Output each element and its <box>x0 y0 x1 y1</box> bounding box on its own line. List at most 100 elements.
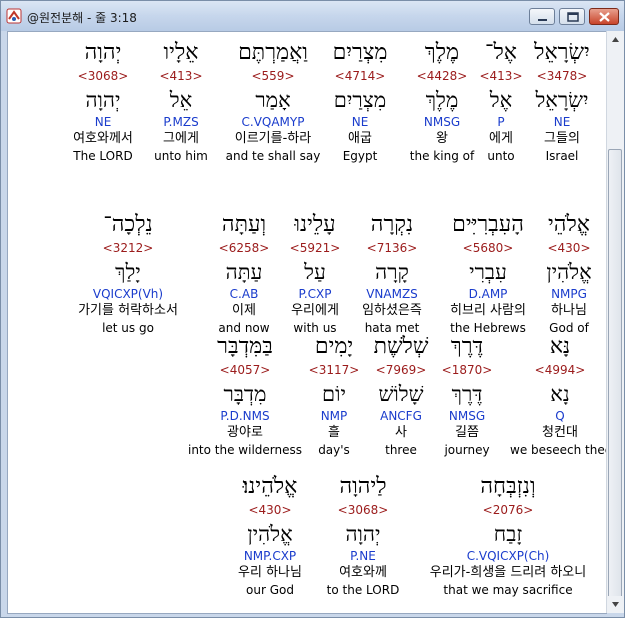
maximize-icon <box>567 12 579 22</box>
hebrew-word: דֶּרֶךְ <box>450 334 484 359</box>
hebrew-word: לַיהוָה <box>339 474 387 499</box>
word-block[interactable]: מִצְרַיִם <4714> מִצְרַיִם NE 애굽 Egypt <box>318 38 402 164</box>
korean-gloss: 히브리 사람의 <box>450 303 526 318</box>
word-block[interactable]: אֶל־ <413> אֶל P 에게 unto <box>473 38 529 164</box>
word-block[interactable]: בַּמִּדְבָּר <4057> מִדְבָּר P.D.NMS 광야로 into… <box>180 332 310 458</box>
strong-number[interactable]: <430> <box>535 240 603 256</box>
word-block[interactable]: שְׁלֹשֶׁת <7969> שָׁלוֹשׁ ANCFG 사 three <box>366 332 436 458</box>
strong-number[interactable]: <559> <box>225 68 321 84</box>
strong-number[interactable]: <3068> <box>318 502 408 518</box>
hebrew-word: שְׁלֹשֶׁת <box>373 334 429 359</box>
minimize-button[interactable] <box>529 8 555 25</box>
hebrew-word: נָּא <box>549 334 571 359</box>
word-block[interactable]: הָעִבְרִיִּים <5680> עִבְרִי D.AMP 히브리 사람의 th… <box>443 210 533 336</box>
arrow-down-icon <box>612 602 619 607</box>
strong-number[interactable]: <6258> <box>209 240 279 256</box>
word-block[interactable]: עָלֵינוּ <5921> עַל P.CXP 우리에게 with us <box>280 210 350 336</box>
strong-number[interactable]: <430> <box>220 502 320 518</box>
lemma-form: יָלַךְ <box>115 260 141 284</box>
maximize-button[interactable] <box>559 8 585 25</box>
word-block[interactable]: נֵלְכָה־ <3212> יָלַךְ VQICXP(Vh) 가기를 허락하소서 l… <box>58 210 198 336</box>
strong-number[interactable]: <3478> <box>529 68 595 84</box>
lemma-form: עַל <box>304 260 326 284</box>
word-block[interactable]: דֶּרֶךְ <1870> דֶּרֶךְ NMSG 길쯤 journey <box>433 332 501 458</box>
scroll-down-button[interactable] <box>607 596 624 613</box>
strong-number[interactable]: <413> <box>473 68 529 84</box>
word-block[interactable]: וַאֲמַרְתֶּם <559> אָמַר C.VQAMYP 이르기를-하라 and… <box>225 38 321 164</box>
english-gloss: journey <box>444 443 490 457</box>
strong-number[interactable]: <3212> <box>58 240 198 256</box>
word-block[interactable]: אֵלָיו <413> אֵל P.MZS 그에게 unto him <box>146 38 216 164</box>
strong-number[interactable]: <4994> <box>510 362 606 378</box>
english-gloss: let us go <box>102 321 154 335</box>
hebrew-word: נִקְרָה <box>370 212 414 237</box>
strong-number[interactable]: <3117> <box>299 362 369 378</box>
hebrew-word: יִשְׂרָאֵל <box>534 40 590 65</box>
strong-number[interactable]: <7969> <box>366 362 436 378</box>
parsing-code: C.AB <box>229 287 259 301</box>
word-block[interactable]: יִשְׂרָאֵל <3478> יִשְׂרָאֵל NE 그들의 Israel <box>529 38 595 164</box>
word-block[interactable]: נִקְרָה <7136> קָרָה VNAMZS 임하셨은즉 hata met <box>352 210 432 336</box>
english-gloss: unto him <box>154 149 208 163</box>
strong-number[interactable]: <1870> <box>433 362 501 378</box>
strong-number[interactable]: <2076> <box>403 502 606 518</box>
hebrew-word: יָמִים <box>314 334 354 359</box>
korean-gloss: 하나님 <box>551 303 587 318</box>
english-gloss: Egypt <box>342 149 378 163</box>
word-block[interactable]: מֶלֶךְ <4428> מֶלֶךְ NMSG 왕 the king of <box>404 38 480 164</box>
lemma-form: קָרָה <box>375 260 409 284</box>
english-gloss: Israel <box>545 149 579 163</box>
word-block[interactable]: נָּא <4994> נָא Q 청컨대 we beseech thee <box>510 332 606 458</box>
lemma-form: אֵל <box>169 88 193 112</box>
korean-gloss: 그에게 <box>163 131 199 146</box>
english-gloss: into the wilderness <box>187 443 302 457</box>
app-window: @원전분해 - 줄 3:18 יְהוָה <3068> יְהוָה NE 여호와께서… <box>0 0 625 618</box>
hebrew-word: מֶלֶךְ <box>424 40 460 65</box>
hebrew-word: מִצְרַיִם <box>332 40 388 65</box>
strong-number[interactable]: <4714> <box>318 68 402 84</box>
strong-number[interactable]: <413> <box>146 68 216 84</box>
hebrew-word: וַאֲמַרְתֶּם <box>238 40 308 65</box>
korean-gloss: 왕 <box>436 131 448 146</box>
word-block[interactable]: וְעַתָּה <6258> עַתָּה C.AB 이제 and now <box>209 210 279 336</box>
scroll-up-button[interactable] <box>607 31 624 48</box>
english-gloss: The LORD <box>73 149 133 163</box>
hebrew-word: וְנִזְבְּחָה <box>480 474 536 499</box>
parsing-code: D.AMP <box>468 287 508 301</box>
title-bar[interactable]: @원전분해 - 줄 3:18 <box>1 1 624 31</box>
strong-number[interactable]: <3068> <box>63 68 143 84</box>
hebrew-word: אֵלָיו <box>163 40 199 65</box>
lemma-form: אֶל <box>489 88 513 112</box>
parsing-code: Q <box>555 409 565 423</box>
arrow-up-icon <box>612 37 619 42</box>
strong-number[interactable]: <7136> <box>352 240 432 256</box>
strong-number[interactable]: <4057> <box>180 362 310 378</box>
hebrew-word: אֶל־ <box>485 40 517 65</box>
word-block[interactable]: אֱלֹהֵינוּ׃ <430> אֱלֹהִין NMP.CXP 우리 하나님 our… <box>220 472 320 598</box>
strong-number[interactable]: <4428> <box>404 68 480 84</box>
app-logo-icon[interactable] <box>6 8 22 24</box>
vertical-scrollbar[interactable] <box>606 31 624 613</box>
lemma-form: מִצְרַיִם <box>333 88 387 112</box>
english-gloss: three <box>385 443 417 457</box>
word-block[interactable]: יָמִים <3117> יוֹם NMP 흘 day's <box>299 332 369 458</box>
parsing-code: VNAMZS <box>366 287 418 301</box>
strong-number[interactable]: <5921> <box>280 240 350 256</box>
lemma-form: יְהוָה <box>85 88 121 112</box>
korean-gloss: 그들의 <box>544 131 580 146</box>
parsing-code: NMPG <box>551 287 587 301</box>
english-gloss: the king of <box>409 149 475 163</box>
close-button[interactable] <box>589 8 619 25</box>
minimize-icon <box>538 19 547 21</box>
word-block[interactable]: לַיהוָה <3068> יְהוָה P.NE 여호와께 to the LORD <box>318 472 408 598</box>
word-block[interactable]: יְהוָה <3068> יְהוָה NE 여호와께서 The LORD <box>63 38 143 164</box>
strong-number[interactable]: <5680> <box>443 240 533 256</box>
word-block[interactable]: וְנִזְבְּחָה <2076> זָבַח C.VQICXP(Ch) 우리가-희… <box>403 472 606 598</box>
parsing-code: NMSG <box>448 409 486 423</box>
parsing-code: P.MZS <box>163 115 199 129</box>
scrollbar-thumb[interactable] <box>608 149 622 601</box>
korean-gloss: 에게 <box>489 131 513 146</box>
analysis-pane[interactable]: יְהוָה <3068> יְהוָה NE 여호와께서 The LORD אֵלָיו <… <box>7 31 607 614</box>
english-gloss: unto <box>487 149 515 163</box>
word-block[interactable]: אֱלֹהֵי <430> אֱלֹהִין NMPG 하나님 God of <box>535 210 603 336</box>
